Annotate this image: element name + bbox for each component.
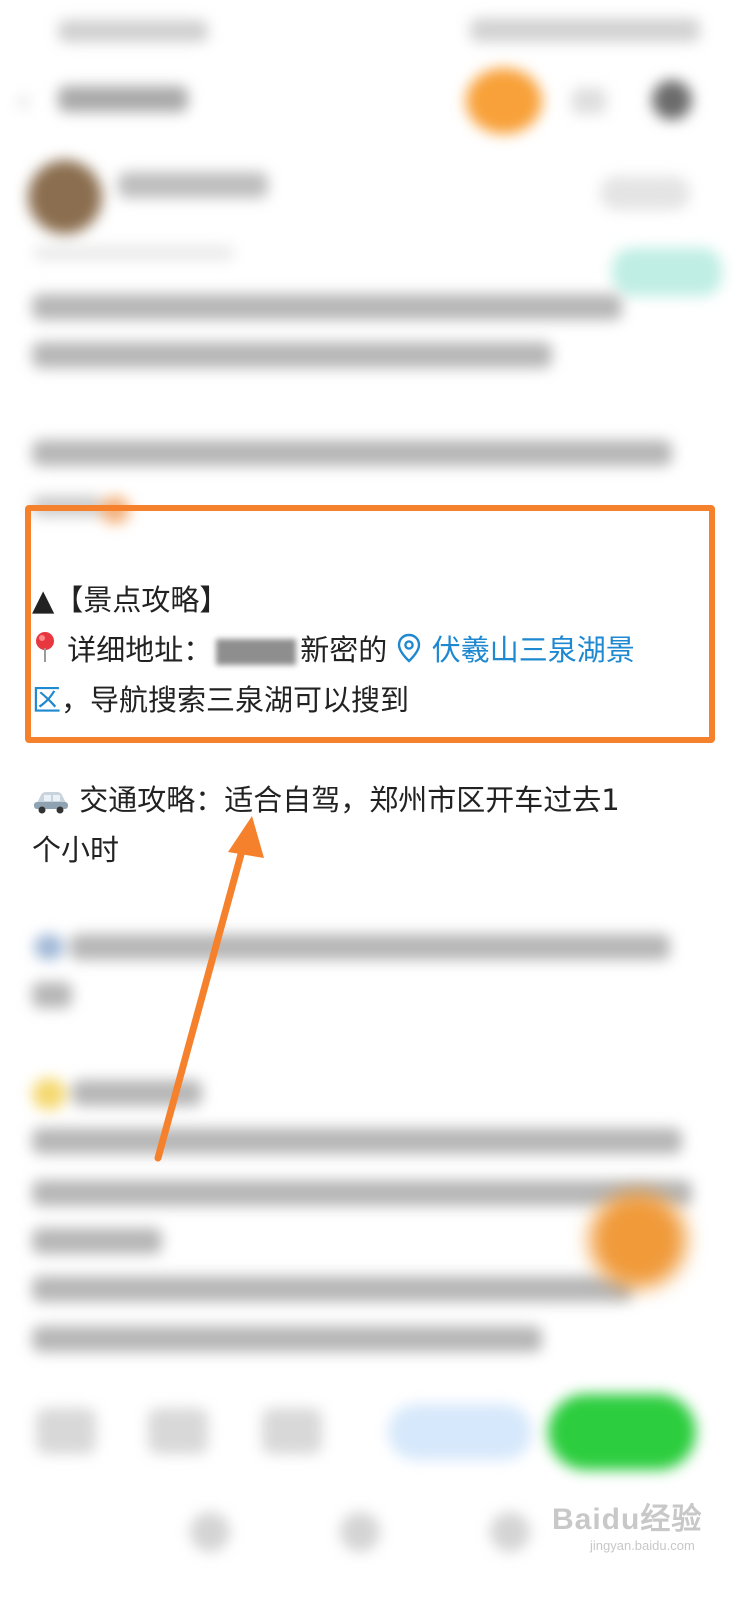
watermark-url: jingyan.baidu.com	[590, 1538, 695, 1553]
annotation-arrow	[154, 816, 264, 1162]
watermark-logo: Baidu经验	[552, 1503, 703, 1536]
